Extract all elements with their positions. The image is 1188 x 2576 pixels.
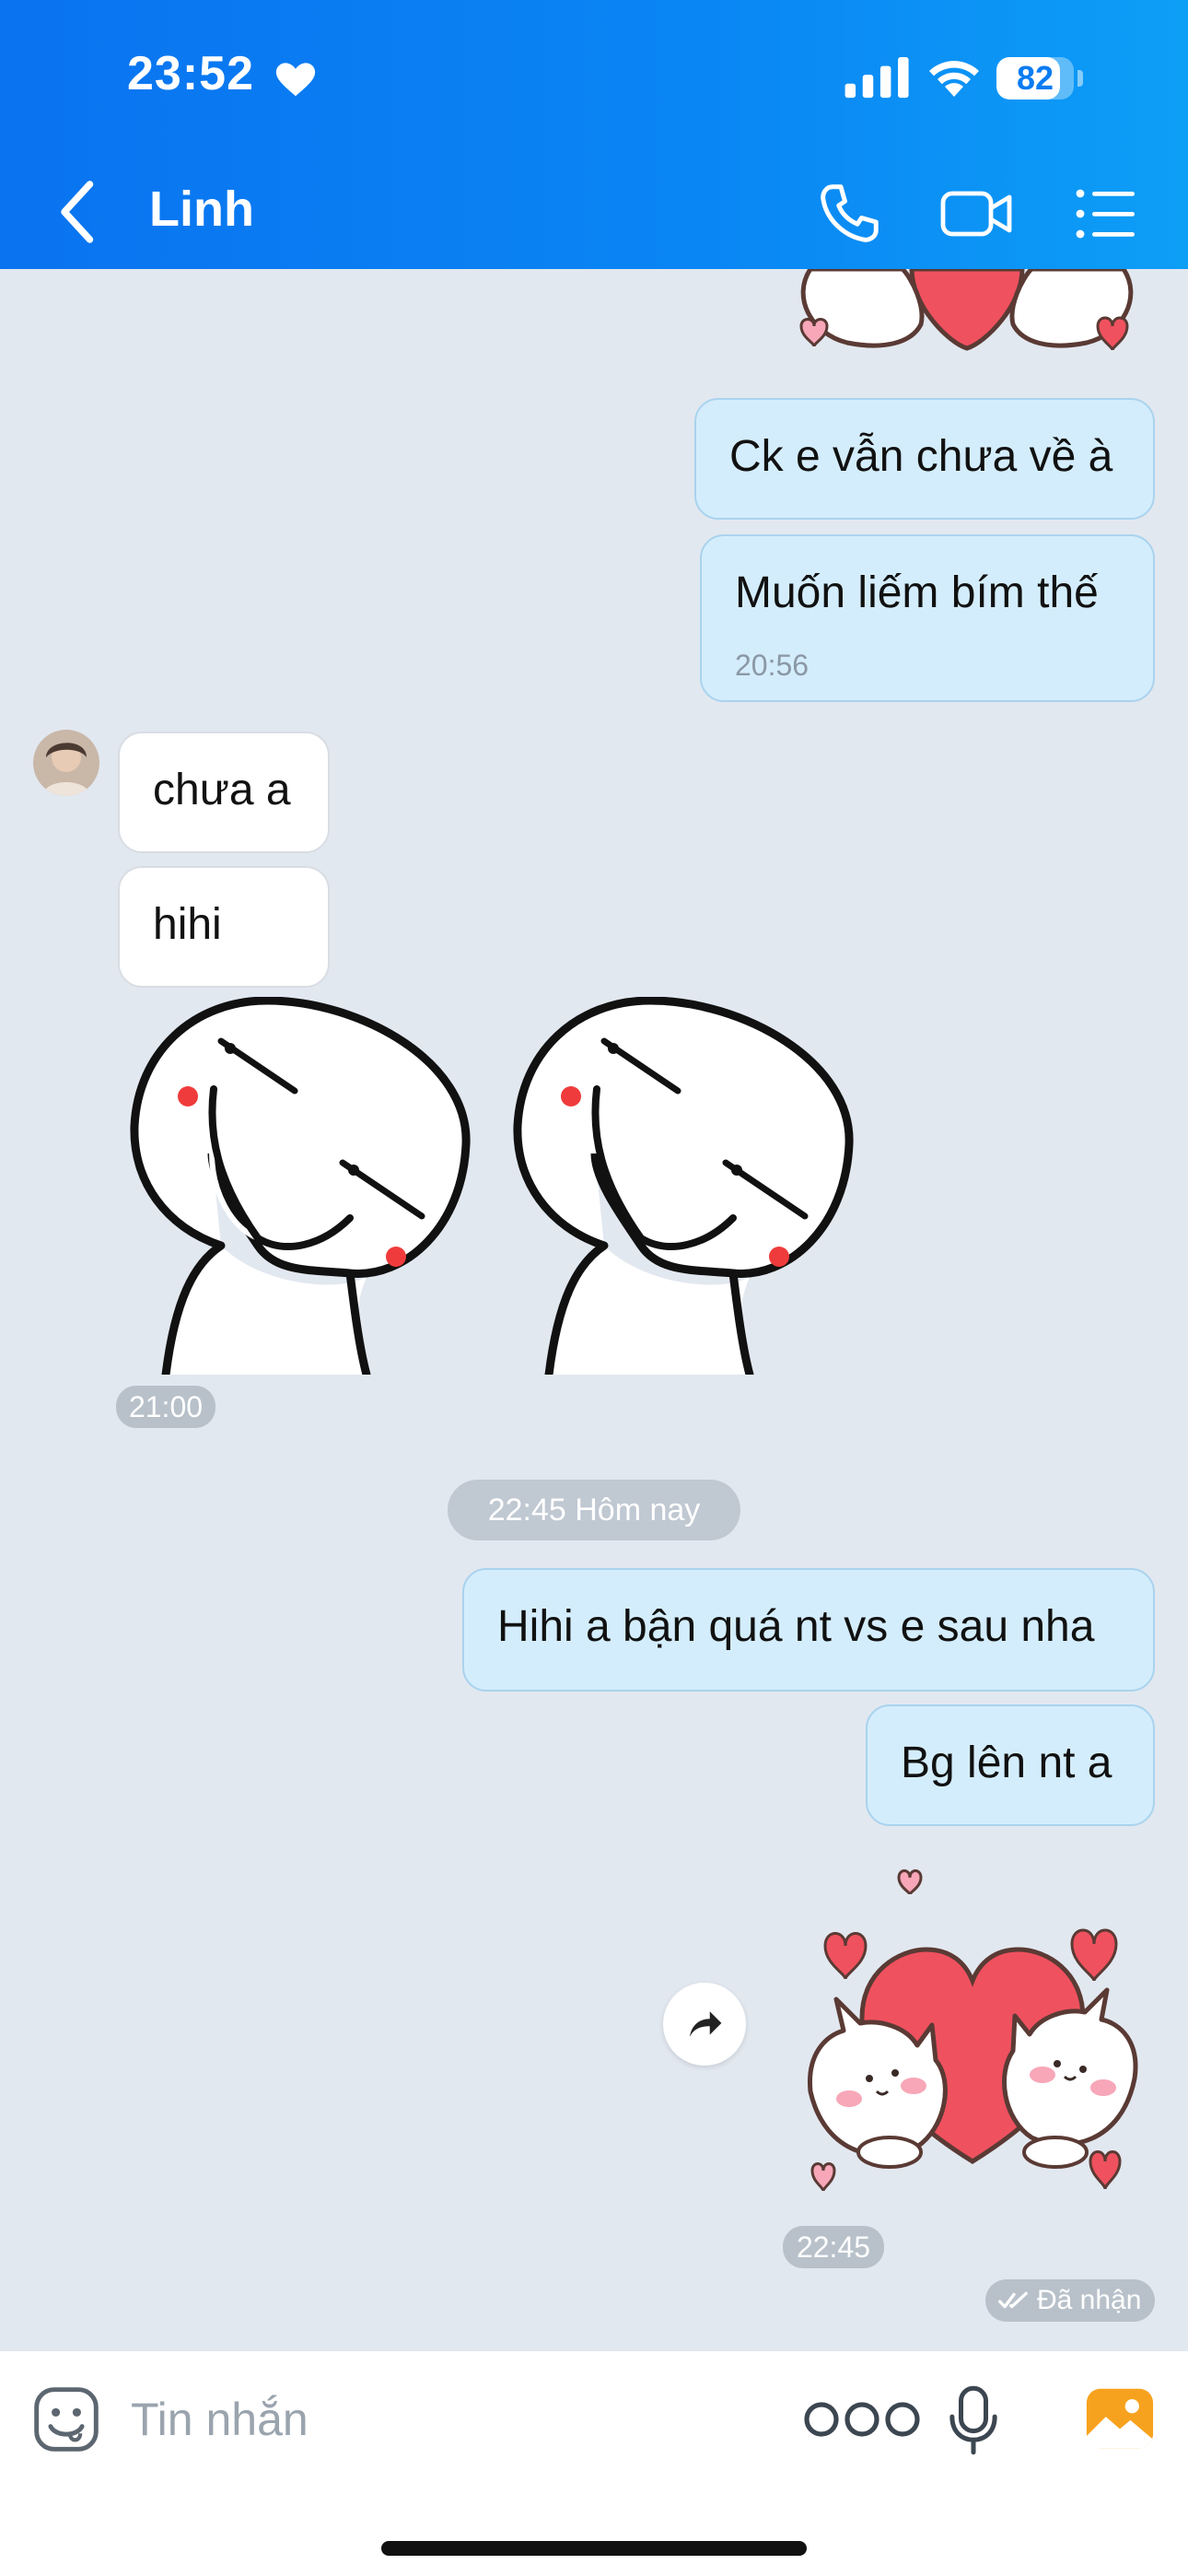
message-text: Bg lên nt a	[901, 1739, 1112, 1787]
microphone-button[interactable]	[949, 2384, 998, 2456]
message-input[interactable]	[129, 2386, 667, 2453]
phone-call-button[interactable]	[816, 181, 882, 247]
photo-gallery-button[interactable]	[1085, 2386, 1155, 2451]
outgoing-message[interactable]: Bg lên nt a	[866, 1704, 1155, 1826]
receipt-text: Đã nhận	[1037, 2285, 1142, 2315]
outgoing-message[interactable]: Hihi a bận quá nt vs e sau nha	[462, 1568, 1155, 1692]
battery-indicator: 82	[996, 57, 1085, 101]
message-text: Hihi a bận quá nt vs e sau nha	[497, 1602, 1095, 1651]
date-separator: 22:45 Hôm nay	[448, 1480, 740, 1540]
sticker-smirk-face[interactable]	[129, 997, 479, 1375]
video-call-button[interactable]	[939, 181, 1013, 247]
forward-button[interactable]	[663, 1983, 746, 2066]
message-text: Ck e vẫn chưa về à	[729, 432, 1113, 481]
chat-title[interactable]: Linh	[149, 181, 254, 238]
message-time: 21:00	[116, 1386, 215, 1428]
heart-icon	[275, 63, 316, 97]
incoming-message[interactable]: hihi	[118, 866, 330, 988]
emoji-sticker-button[interactable]	[31, 2384, 101, 2454]
sticker-cats-heart-top[interactable]	[774, 269, 1160, 376]
sticker-cats-heart[interactable]	[779, 1861, 1166, 2211]
menu-list-button[interactable]	[1074, 181, 1136, 247]
signal-icon	[844, 57, 909, 99]
status-time: 23:52	[127, 47, 254, 100]
message-text: Muốn liếm bím thế	[735, 568, 1099, 617]
more-options-button[interactable]	[801, 2399, 923, 2440]
home-indicator	[381, 2541, 807, 2556]
outgoing-message[interactable]: Ck e vẫn chưa về à	[694, 398, 1155, 520]
back-button[interactable]	[55, 177, 101, 247]
sticker-smirk-face[interactable]	[512, 997, 862, 1375]
message-time: 22:45	[783, 2226, 884, 2268]
message-time: 20:56	[735, 649, 809, 682]
read-receipt: Đã nhận	[985, 2279, 1155, 2322]
avatar[interactable]	[33, 730, 99, 796]
share-arrow-icon	[689, 2011, 722, 2037]
chat-header: 23:52 82 Linh	[0, 0, 1188, 269]
double-check-icon	[998, 2291, 1028, 2309]
incoming-message[interactable]: chưa a	[118, 732, 330, 853]
outgoing-message[interactable]: Muốn liếm bím thế 20:56	[700, 534, 1155, 702]
battery-level: 82	[1016, 59, 1054, 97]
message-text: chưa a	[153, 766, 291, 814]
message-text: hihi	[153, 900, 222, 949]
wifi-icon	[929, 61, 979, 97]
